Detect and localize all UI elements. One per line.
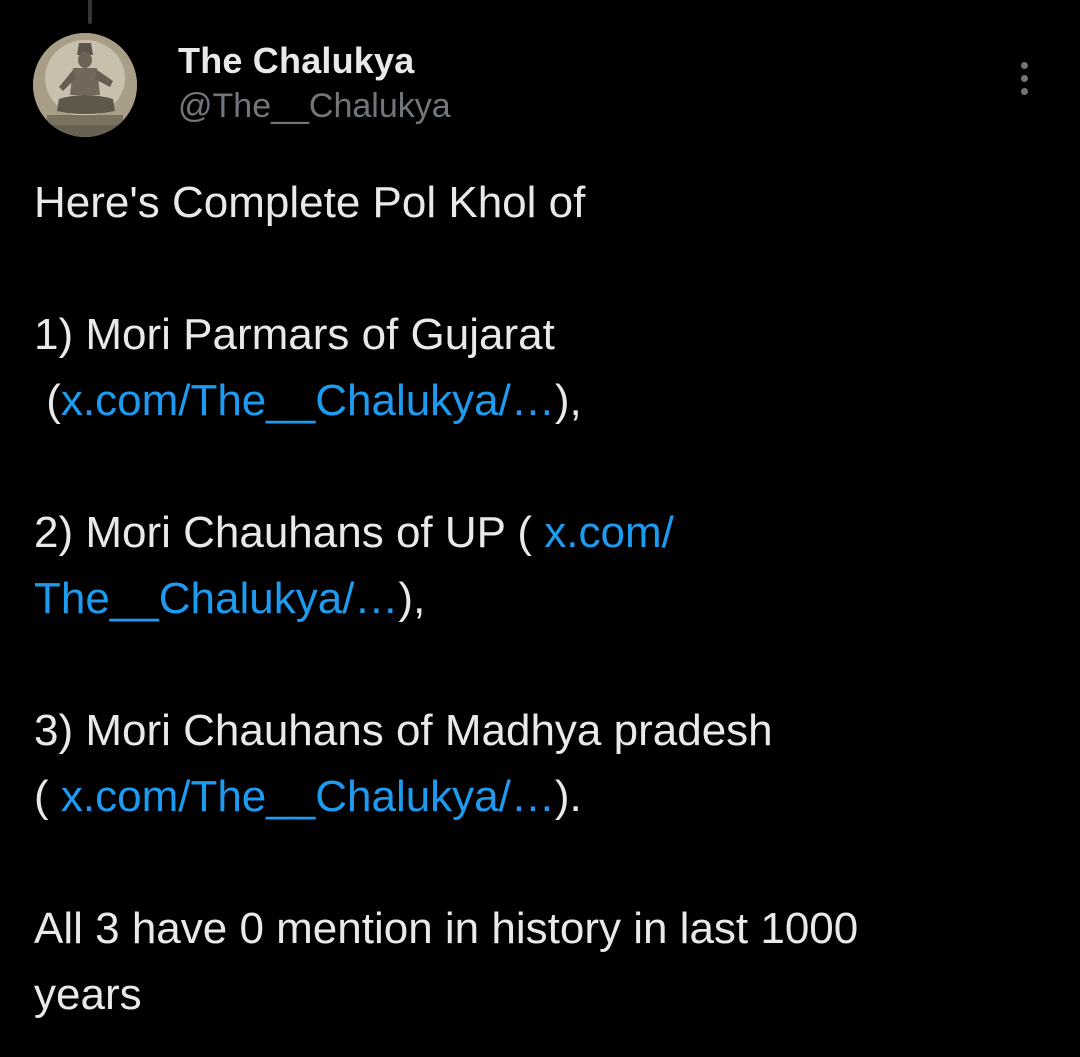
item-1-text: 1) Mori Parmars of Gujarat xyxy=(34,310,555,359)
more-dot xyxy=(1020,87,1028,95)
thread-connector-line xyxy=(88,0,92,24)
item-1-link-line: (x.com/The__Chalukya/…), xyxy=(34,368,1044,434)
item-1-close: ), xyxy=(554,376,582,425)
closing-line-1: All 3 have 0 mention in history in last … xyxy=(34,904,859,953)
item-3-close: ). xyxy=(554,772,582,821)
author-avatar[interactable] xyxy=(33,33,137,137)
sculpture-avatar-icon xyxy=(33,33,137,137)
item-3-open-paren: ( xyxy=(34,772,61,821)
item-2-text: 2) Mori Chauhans of UP ( xyxy=(34,508,545,557)
more-vertical-icon xyxy=(1020,61,1028,69)
item-2-close: ), xyxy=(398,574,426,623)
more-dot xyxy=(1020,74,1028,82)
author-display-name[interactable]: The Chalukya xyxy=(178,38,451,84)
item-3-text: 3) Mori Chauhans of Madhya pradesh xyxy=(34,706,773,755)
item-3-link[interactable]: x.com/The__Chalukya/… xyxy=(61,772,555,821)
item-2-link-part2[interactable]: The__Chalukya/… xyxy=(34,574,398,623)
closing-line-2: years xyxy=(34,970,142,1019)
item-2-line: 2) Mori Chauhans of UP ( x.com/ xyxy=(34,500,1044,566)
item-1-open-paren: ( xyxy=(34,376,61,425)
item-2-link-part1[interactable]: x.com/ xyxy=(544,508,674,557)
tweet-intro: Here's Complete Pol Khol of xyxy=(34,178,586,227)
item-2-link-line: The__Chalukya/…), xyxy=(34,566,1044,632)
item-1-link[interactable]: x.com/The__Chalukya/… xyxy=(61,376,555,425)
item-3-link-line: ( x.com/The__Chalukya/…). xyxy=(34,764,1044,830)
more-options-button[interactable] xyxy=(1004,58,1044,98)
tweet-header: The Chalukya @The__Chalukya xyxy=(178,38,451,128)
tweet-text: Here's Complete Pol Khol of 1) Mori Parm… xyxy=(34,170,1044,1028)
author-handle[interactable]: @The__Chalukya xyxy=(178,84,451,128)
